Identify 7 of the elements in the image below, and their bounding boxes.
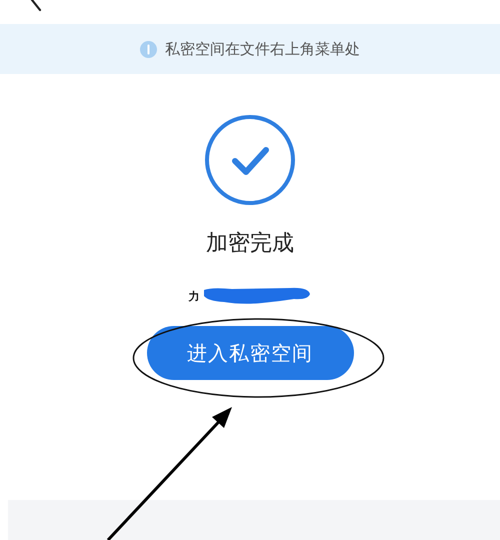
enter-private-space-button[interactable]: 进入私密空间: [146, 326, 354, 380]
info-icon: [140, 40, 157, 58]
status-title: 加密完成: [206, 230, 294, 258]
detail-text: 力: [188, 288, 200, 304]
notice-text: 私密空间在文件右上角菜单处: [165, 40, 360, 58]
check-circle-icon: [204, 114, 296, 206]
back-icon[interactable]: [30, 0, 44, 12]
